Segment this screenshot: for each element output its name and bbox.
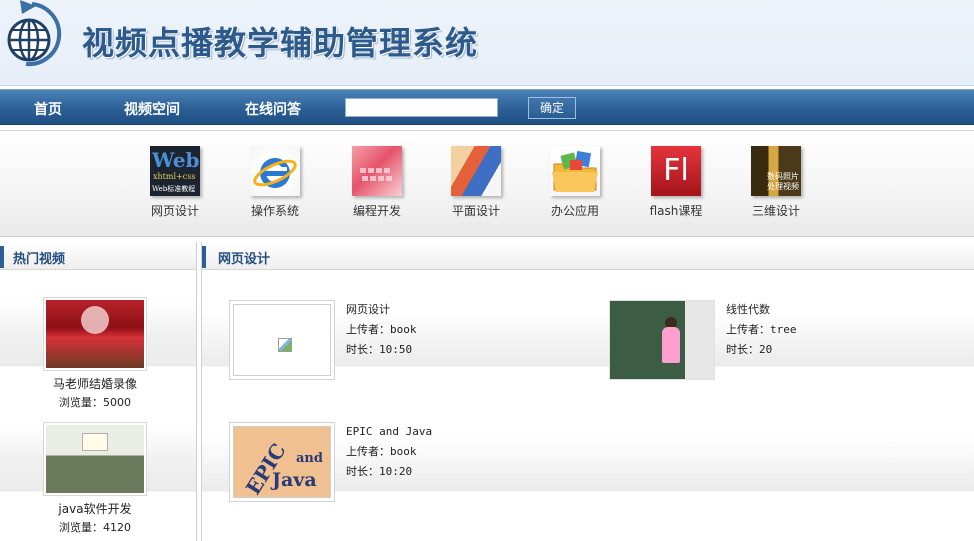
thumb-text: xhtml+css xyxy=(153,172,196,181)
view-count: 浏览量：5000 xyxy=(59,396,131,409)
video-thumbnail[interactable] xyxy=(43,297,147,371)
site-header: 视频点播教学辅助管理系统 xyxy=(0,0,974,86)
video-name[interactable]: EPIC and Java xyxy=(346,422,432,442)
keyboard-icon xyxy=(352,146,402,196)
panel-header: 热门视频 xyxy=(0,242,196,270)
category-office-apps[interactable]: 办公应用 xyxy=(535,146,615,219)
video-title[interactable]: java软件开发 xyxy=(43,500,147,517)
video-card[interactable]: 线性代数 上传者：tree 时长：20 xyxy=(609,300,969,382)
video-card[interactable]: 网页设计 上传者：book 时长：10:50 xyxy=(229,300,589,382)
category-label: flash课程 xyxy=(649,204,703,218)
panel-header: 网页设计 xyxy=(202,242,974,270)
video-thumbnail[interactable] xyxy=(229,300,335,380)
view-count: 浏览量：4120 xyxy=(59,521,131,534)
category-graphic-design[interactable]: 平面设计 xyxy=(436,146,516,219)
search-submit-button[interactable]: 确定 xyxy=(528,97,576,119)
hot-videos-title: 热门视频 xyxy=(13,252,66,267)
category-label: 平面设计 xyxy=(451,204,500,218)
cover-text: and xyxy=(296,451,323,466)
flash-icon: Fl xyxy=(651,146,701,196)
category-web-design[interactable]: Web xhtml+css Web标准教程 网页设计 xyxy=(135,146,215,219)
video-name[interactable]: 网页设计 xyxy=(346,300,417,320)
video-uploader: 上传者：tree xyxy=(726,323,797,336)
video-card[interactable]: EPIC and Java EPIC and Java 上传者：book 时长：… xyxy=(229,422,589,504)
folder-icon xyxy=(550,146,600,196)
category-flash-course[interactable]: Fl flash课程 xyxy=(636,146,716,219)
thumb-text: 数码照片处理视频 xyxy=(767,172,799,191)
video-uploader: 上传者：book xyxy=(346,323,417,336)
broken-image-icon xyxy=(278,338,292,352)
panel-accent-bar xyxy=(202,246,206,268)
globe-refresh-icon xyxy=(7,0,62,67)
cover-text: Java xyxy=(272,469,317,491)
category-label: 操作系统 xyxy=(250,204,299,218)
category-title: 网页设计 xyxy=(218,252,271,267)
video-thumbnail[interactable] xyxy=(609,300,715,380)
category-label: 编程开发 xyxy=(352,204,401,218)
panel-accent-bar xyxy=(0,246,4,268)
category-bar: Web xhtml+css Web标准教程 网页设计 操作系统 编程开发 平面设… xyxy=(0,130,974,237)
3d-design-icon: 数码照片处理视频 xyxy=(751,146,801,196)
ie-browser-icon xyxy=(250,146,300,196)
site-title: 视频点播教学辅助管理系统 xyxy=(82,24,479,62)
video-thumbnail[interactable]: EPIC and Java xyxy=(229,422,335,502)
hot-video-item[interactable]: java软件开发 浏览量：4120 xyxy=(43,422,147,535)
video-title[interactable]: 马老师结婚录像 xyxy=(43,375,147,392)
category-3d-design[interactable]: 数码照片处理视频 三维设计 xyxy=(736,146,816,219)
video-name[interactable]: 线性代数 xyxy=(726,300,797,320)
nav-video-space[interactable]: 视频空间 xyxy=(124,99,180,119)
category-label: 三维设计 xyxy=(751,204,800,218)
nav-online-qa[interactable]: 在线问答 xyxy=(245,99,301,119)
video-list-panel: 网页设计 网页设计 上传者：book 时长：10:50 线性代数 上传者：tre… xyxy=(201,242,974,541)
web-design-icon: Web xhtml+css Web标准教程 xyxy=(150,146,200,196)
hot-videos-panel: 热门视频 马老师结婚录像 浏览量：5000 java软件开发 浏览量：4120 xyxy=(0,242,197,541)
hot-video-item[interactable]: 马老师结婚录像 浏览量：5000 xyxy=(43,297,147,410)
video-duration: 时长：10:50 xyxy=(346,343,413,356)
category-label: 网页设计 xyxy=(150,204,199,218)
category-label: 办公应用 xyxy=(550,204,599,218)
category-operating-system[interactable]: 操作系统 xyxy=(235,146,315,219)
video-thumbnail[interactable] xyxy=(43,422,147,496)
nav-home[interactable]: 首页 xyxy=(34,99,62,119)
video-duration: 时长：20 xyxy=(726,343,773,356)
thumb-text: Web标准教程 xyxy=(152,185,196,193)
thumb-text: Web xyxy=(152,148,200,172)
main-nav: 首页 视频空间 在线问答 确定 xyxy=(0,89,974,125)
graphic-design-icon xyxy=(451,146,501,196)
category-programming[interactable]: 编程开发 xyxy=(337,146,417,219)
video-uploader: 上传者：book xyxy=(346,445,417,458)
search-input[interactable] xyxy=(345,98,498,117)
video-duration: 时长：10:20 xyxy=(346,465,413,478)
